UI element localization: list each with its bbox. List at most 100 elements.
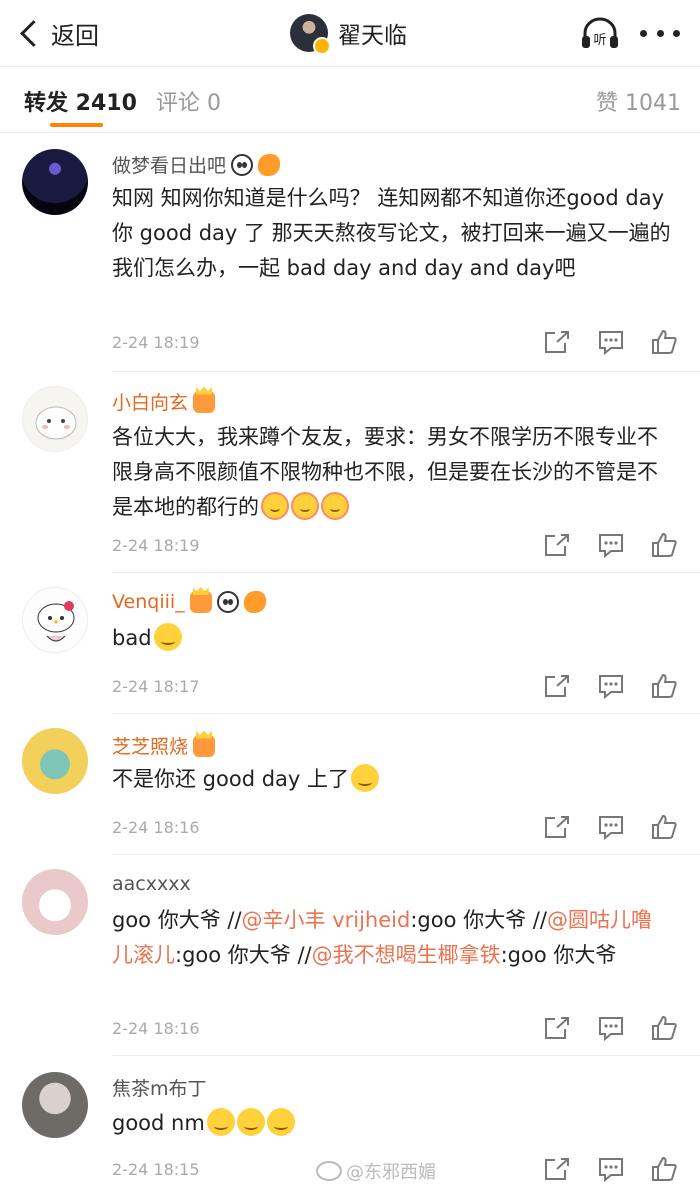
sweat-emoji-icon	[206, 1108, 235, 1136]
crown-badge-icon	[193, 390, 216, 413]
crown-badge-icon	[193, 734, 216, 757]
cry-emoji-icon	[321, 492, 349, 520]
headphones-icon: 听	[582, 17, 618, 48]
comment-text-content: 不是你还 good day 上了	[112, 767, 350, 791]
listen-button[interactable]: 听	[580, 16, 620, 50]
avatar[interactable]	[22, 587, 88, 653]
share-icon	[545, 675, 569, 697]
back-button[interactable]: 返回	[16, 16, 99, 50]
comment-actions	[540, 1015, 680, 1043]
username-row: 芝芝照烧	[112, 732, 216, 759]
sweat-emoji-icon	[236, 1108, 265, 1136]
like-button[interactable]	[650, 532, 678, 558]
list-item: 小白向玄 各位大大，我来蹲个友友，要求：男女不限学历不限专业不限身高不限颜值不限…	[0, 372, 700, 572]
page-title: 翟天临	[338, 23, 407, 49]
page-title-group[interactable]: 翟天临	[290, 12, 407, 55]
thumbs-up-icon	[652, 329, 677, 354]
comment-icon	[599, 675, 623, 700]
username-row: 小白向玄	[112, 388, 216, 415]
comment-button[interactable]	[597, 532, 625, 559]
dot-icon	[656, 29, 664, 37]
weibo-logo-icon	[316, 1161, 342, 1181]
list-item: Venqiii_ bad 2-24 18:17	[0, 573, 700, 713]
like-button[interactable]	[650, 1015, 678, 1041]
comment-button[interactable]	[597, 814, 625, 841]
comment-text-content: good nm	[112, 1111, 205, 1135]
mention-link[interactable]: @辛小丰 vrijheid	[242, 908, 411, 932]
fish-emoji-icon	[258, 153, 281, 176]
comment-text: 不是你还 good day 上了	[112, 762, 672, 797]
comment-icon	[599, 1017, 623, 1042]
like-button[interactable]	[650, 1156, 678, 1182]
avatar	[290, 14, 331, 55]
timestamp: 2-24 18:19	[112, 333, 200, 352]
username[interactable]: aacxxxx	[112, 873, 191, 895]
dot-icon	[640, 29, 647, 37]
timestamp: 2-24 18:16	[112, 1019, 200, 1038]
share-button[interactable]	[543, 532, 571, 558]
comment-text: bad	[112, 621, 672, 656]
hello-kitty-icon	[37, 601, 75, 642]
cry-emoji-icon	[261, 492, 289, 520]
avatar[interactable]	[22, 728, 88, 794]
avatar[interactable]	[22, 1072, 88, 1138]
more-options-button[interactable]	[640, 16, 680, 50]
sweat-emoji-icon	[266, 1108, 295, 1136]
share-icon	[545, 816, 569, 838]
tab-reposts[interactable]: 转发 2410	[24, 85, 137, 117]
comment-text-content: 各位大大，我来蹲个友友，要求：男女不限学历不限专业不限身高不限颜值不限物种也不限…	[112, 425, 658, 519]
mention-link[interactable]: @我不想喝生椰拿铁	[312, 943, 501, 967]
comment-button[interactable]	[597, 1015, 625, 1042]
share-button[interactable]	[543, 814, 571, 840]
username[interactable]: 小白向玄	[112, 388, 188, 415]
avatar[interactable]	[22, 386, 88, 452]
top-nav-bar: 返回 翟天临 听	[0, 0, 700, 66]
username[interactable]: Venqiii_	[112, 591, 185, 613]
comment-button[interactable]	[597, 673, 625, 700]
username[interactable]: 焦茶m布丁	[112, 1074, 207, 1101]
share-button[interactable]	[543, 329, 571, 355]
comment-text-content: bad	[112, 626, 152, 650]
panda-emoji-icon	[231, 153, 254, 176]
comment-text-segment: :goo 你大爷	[500, 943, 617, 967]
username[interactable]: 做梦看日出吧	[112, 151, 226, 178]
timestamp: 2-24 18:17	[112, 677, 200, 696]
share-icon	[545, 331, 569, 353]
panda-emoji-icon	[216, 591, 239, 613]
smile-emoji-icon	[351, 764, 380, 792]
tab-comments[interactable]: 评论 0	[156, 85, 221, 117]
comment-text-segment: :goo 你大爷 //	[410, 908, 547, 932]
username-row: aacxxxx	[112, 873, 191, 895]
like-button[interactable]	[650, 329, 678, 355]
avatar[interactable]	[22, 869, 88, 935]
thumbs-up-icon	[652, 814, 677, 839]
comment-actions	[540, 814, 680, 842]
comment-button[interactable]	[597, 329, 625, 356]
timestamp: 2-24 18:16	[112, 818, 200, 837]
crown-badge-icon	[189, 591, 212, 613]
list-item: 做梦看日出吧 知网 知网你知道是什么吗？ 连知网都不知道你还good day 你…	[0, 133, 700, 371]
thumbs-up-icon	[652, 1015, 677, 1040]
tab-likes[interactable]: 赞 1041	[596, 85, 681, 117]
avatar[interactable]	[22, 149, 88, 215]
share-button[interactable]	[543, 673, 571, 699]
dot-icon	[673, 29, 680, 37]
comment-button[interactable]	[597, 1156, 625, 1183]
share-icon	[545, 1158, 569, 1180]
watermark: @东邪西媚	[316, 1158, 436, 1184]
share-button[interactable]	[543, 1015, 571, 1041]
username[interactable]: 芝芝照烧	[112, 732, 188, 759]
share-icon	[545, 534, 569, 556]
cat-illustration-icon	[35, 406, 77, 440]
username-row: 焦茶m布丁	[112, 1074, 207, 1101]
comment-actions	[540, 673, 680, 701]
like-button[interactable]	[650, 814, 678, 840]
chevron-left-icon	[20, 19, 47, 47]
username-row: 做梦看日出吧	[112, 151, 281, 178]
comment-icon	[599, 816, 623, 841]
thumbs-up-icon	[652, 532, 677, 557]
comment-actions	[540, 1156, 680, 1184]
like-button[interactable]	[650, 673, 678, 699]
share-button[interactable]	[543, 1156, 571, 1182]
tab-bar: 转发 2410 评论 0 赞 1041	[0, 67, 700, 132]
